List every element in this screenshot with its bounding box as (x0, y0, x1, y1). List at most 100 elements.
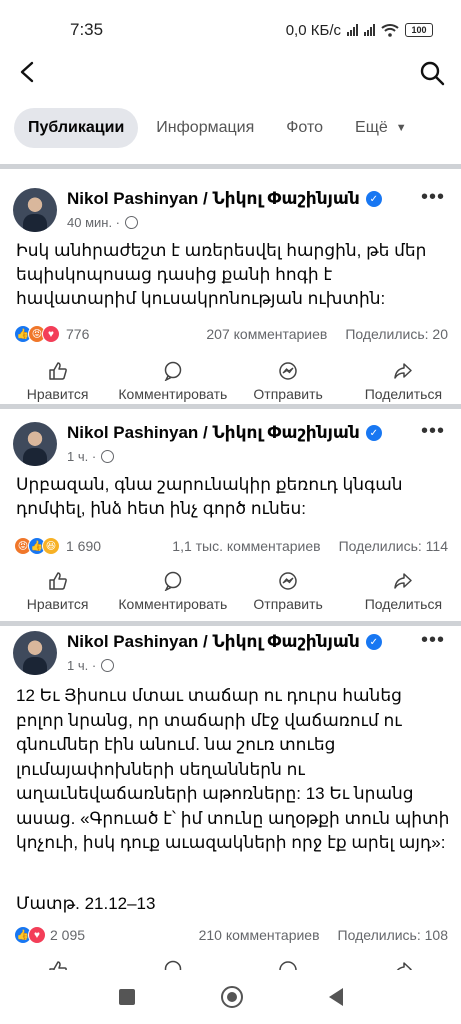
status-bar: 7:35 0,0 КБ/с 100 (0, 0, 461, 60)
comment-icon (164, 960, 182, 970)
send-button[interactable]: Отправить (231, 571, 346, 615)
thumbs-up-icon (48, 961, 67, 970)
author-name[interactable]: Nikol Pashinyan / Նիկոլ Փաշինյան ✓ (67, 632, 382, 652)
tab-more[interactable]: Ещё ▼ (341, 108, 421, 148)
tab-publications[interactable]: Публикации (14, 108, 139, 148)
post-meta: 1 ч. · (67, 449, 115, 464)
comment-button[interactable]: Комментировать (115, 361, 230, 405)
love-reaction-icon: ♥ (28, 926, 46, 944)
tab-label: Ещё (355, 119, 388, 136)
more-options-icon[interactable]: ••• (421, 421, 445, 441)
comment-count[interactable]: 210 комментариев (199, 927, 320, 943)
author-name[interactable]: Nikol Pashinyan / Նիկոլ Փաշինյան ✓ (67, 189, 382, 209)
tab-label: Публикации (28, 119, 125, 136)
thumbs-up-icon (48, 362, 67, 380)
globe-icon (125, 216, 139, 229)
verified-badge-icon: ✓ (365, 191, 382, 207)
like-button[interactable]: Нравится (0, 571, 115, 615)
post-card: Nikol Pashinyan / Նիկոլ Փաշինյան ✓ 40 мин… (0, 169, 461, 404)
system-nav-bar (0, 970, 461, 1024)
post-stats: 😡 👍 😆 1 690 1,1 тыс. комментариев Подели… (14, 535, 448, 557)
post-header: Nikol Pashinyan / Նիկոլ Փաշինյան ✓ 1 ч. ·… (0, 409, 461, 469)
author-name[interactable]: Nikol Pashinyan / Նիկոլ Փաշինյան ✓ (67, 423, 382, 443)
send-button[interactable]: Отправить (231, 361, 346, 405)
like-button[interactable]: Нравится (0, 361, 115, 405)
avatar[interactable] (13, 188, 57, 232)
signal-icon (347, 24, 358, 36)
share-button[interactable]: Поделиться (346, 361, 461, 405)
verified-badge-icon: ✓ (365, 425, 382, 441)
recents-button[interactable] (118, 989, 135, 1005)
post-actions: Нравится Комментировать Отправить Подели… (0, 571, 461, 615)
share-button[interactable]: Поделиться (346, 571, 461, 615)
share-icon (397, 962, 413, 970)
back-arrow-icon[interactable] (16, 60, 40, 84)
battery-icon: 100 (405, 23, 433, 37)
post-time: 1 ч. · (67, 449, 97, 464)
share-count[interactable]: Поделились: 108 (338, 927, 448, 943)
tab-photos[interactable]: Фото (272, 108, 337, 148)
post-reference: Մատթ. 21.12–13 (16, 894, 156, 913)
like-label: Нравится (26, 386, 89, 402)
globe-icon (101, 659, 115, 672)
avatar[interactable] (13, 422, 57, 466)
profile-tabs: Публикации Информация Фото Ещё ▼ (0, 106, 461, 150)
search-icon[interactable] (419, 60, 445, 86)
post-header: Nikol Pashinyan / Նիկոլ Փաշինյան ✓ 40 мин… (0, 169, 461, 232)
post-text: 12 Եւ Յիսուս մտաւ տաճար ու դուրս հանեց բ… (16, 686, 450, 852)
more-options-icon[interactable]: ••• (421, 187, 445, 207)
author-label: Nikol Pashinyan / Նիկոլ Փաշինյան (67, 632, 360, 651)
post-card: Nikol Pashinyan / Նիկոլ Փաշինյան ✓ 1 ч. ·… (0, 626, 461, 970)
wifi-icon (381, 24, 399, 37)
reaction-count: 776 (66, 326, 90, 342)
comment-count[interactable]: 207 комментариев (206, 326, 327, 342)
post-actions: Нравится Комментировать Отправить Подели… (0, 361, 461, 405)
reactions[interactable]: 👍 ♥ 2 095 (14, 926, 85, 944)
like-button[interactable] (0, 960, 115, 970)
more-options-icon[interactable]: ••• (421, 630, 445, 650)
comment-label: Комментировать (118, 386, 228, 402)
author-label: Nikol Pashinyan / Նիկոլ Փաշինյան (67, 423, 360, 442)
post-stats: 👍 ♥ 2 095 210 комментариев Поделились: 1… (14, 924, 448, 946)
globe-icon (101, 450, 115, 463)
send-label: Отправить (253, 386, 323, 402)
messenger-icon (279, 961, 297, 970)
post-meta: 1 ч. · (67, 658, 115, 673)
post-text: Իսկ անհրաժեշտ է առերեսվել հարցին, թե մեր… (16, 241, 427, 308)
tab-label: Информация (156, 119, 255, 136)
comment-icon (164, 361, 182, 381)
network-speed: 0,0 КБ/с (285, 21, 341, 39)
post-text: Սրբազան, գնա շարունակիր քեռուդ կնգան դոմ… (16, 475, 403, 518)
reactions[interactable]: 😡 👍 😆 1 690 (14, 537, 101, 555)
haha-reaction-icon: 😆 (42, 537, 60, 555)
post-stats: 👍 😡 ♥ 776 207 комментариев Поделились: 2… (14, 323, 448, 345)
tab-information[interactable]: Информация (142, 108, 268, 148)
comment-icon (164, 571, 182, 591)
share-icon (394, 363, 413, 379)
post-header: Nikol Pashinyan / Նիկոլ Փաշինյան ✓ 1 ч. ·… (0, 626, 461, 686)
comment-count[interactable]: 1,1 тыс. комментариев (172, 538, 320, 554)
post-time: 1 ч. · (67, 658, 97, 673)
signal-icon-2 (364, 24, 375, 36)
send-button[interactable] (231, 960, 346, 970)
caret-down-icon: ▼ (395, 122, 407, 134)
reaction-count: 2 095 (50, 927, 86, 943)
reactions[interactable]: 👍 😡 ♥ 776 (14, 325, 89, 343)
share-count[interactable]: Поделились: 114 (339, 538, 448, 554)
post-card: Nikol Pashinyan / Նիկոլ Փաշինյան ✓ 1 ч. ·… (0, 409, 461, 621)
status-indicators: 0,0 КБ/с 100 (286, 22, 433, 39)
avatar[interactable] (13, 631, 57, 675)
verified-badge-icon: ✓ (365, 634, 382, 650)
post-actions (0, 960, 461, 970)
share-label: Поделиться (364, 386, 443, 402)
reaction-count: 1 690 (66, 538, 102, 554)
status-time: 7:35 (70, 20, 104, 39)
share-button[interactable] (346, 960, 461, 970)
share-count[interactable]: Поделились: 20 (345, 326, 448, 342)
home-button[interactable] (220, 986, 243, 1008)
share-label: Поделиться (364, 596, 443, 612)
back-button[interactable] (328, 988, 343, 1006)
comment-button[interactable] (115, 960, 230, 970)
comment-button[interactable]: Комментировать (115, 571, 230, 615)
author-label: Nikol Pashinyan / Նիկոլ Փաշինյան (67, 189, 360, 208)
